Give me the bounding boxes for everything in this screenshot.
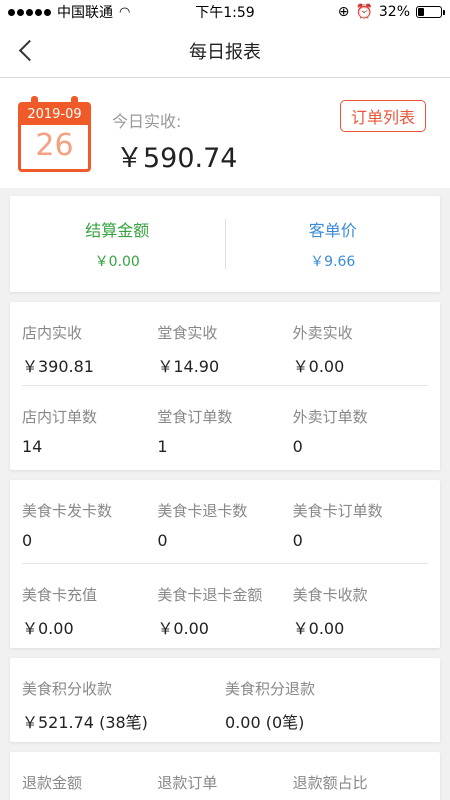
avg-price-value: ￥9.66 xyxy=(310,254,356,270)
status-right: ⊕ ⏰ 32% xyxy=(337,4,445,20)
battery-percent: 32% xyxy=(378,4,410,20)
settle-amount-label: 结算金额 xyxy=(85,221,150,240)
stat-cell: 美食卡充值 ￥0.00 xyxy=(22,584,157,648)
calendar-month: 2019-09 xyxy=(21,105,88,125)
battery-icon xyxy=(416,6,445,18)
stat-label: 外卖订单数 xyxy=(292,408,368,426)
avg-price-col: 客单价 ￥9.66 xyxy=(226,217,441,271)
stat-label: 退款金额 xyxy=(22,774,83,792)
status-bar: 中国联通 ◠ 下午1:59 ⊕ ⏰ 32% xyxy=(0,0,450,24)
stat-cell: 美食卡退卡金额 ￥0.00 xyxy=(157,584,292,648)
stat-cell: 美食积分退款 0.00 (0笔) xyxy=(225,678,428,742)
status-left: 中国联通 ◠ xyxy=(8,2,130,22)
stat-cell: 店内实收 ￥390.81 xyxy=(22,322,157,385)
stat-cell: 美食卡退卡数 0 xyxy=(157,500,292,563)
stats-row: 美食卡发卡数 0 美食卡退卡数 0 美食卡订单数 0 xyxy=(22,480,428,564)
stat-value: 0.00 (0笔) xyxy=(225,713,305,732)
carrier-label: 中国联通 xyxy=(57,5,113,21)
stat-label: 堂食实收 xyxy=(157,324,218,342)
stat-cell: 退款额占比 xyxy=(293,772,428,800)
calendar-ring xyxy=(71,96,78,108)
alarm-icon: ⏰ xyxy=(355,4,373,20)
stat-value: 14 xyxy=(22,437,43,456)
stats-row: 店内订单数 14 堂食订单数 1 外卖订单数 0 xyxy=(22,386,428,470)
stat-label: 美食积分退款 xyxy=(225,680,316,698)
stat-label: 美食积分收款 xyxy=(22,680,113,698)
today-revenue-amount: ￥590.74 xyxy=(116,143,238,174)
stats-row: 退款金额 退款订单 退款额占比 xyxy=(22,752,428,800)
stat-value: ￥0.00 xyxy=(292,619,345,638)
stat-label: 美食卡收款 xyxy=(292,586,368,604)
stat-value: 1 xyxy=(157,437,168,456)
stat-cell: 外卖实收 ￥0.00 xyxy=(293,322,428,385)
store-stats-card: 店内实收 ￥390.81 堂食实收 ￥14.90 外卖实收 ￥0.00 店内订单数 14… xyxy=(10,302,440,470)
stat-label: 堂食订单数 xyxy=(157,408,233,426)
signal-icon xyxy=(8,8,51,16)
order-list-button[interactable]: 订单列表 xyxy=(339,100,426,132)
today-section: 2019-09 26 今日实收: ￥590.74 订单列表 xyxy=(0,78,450,188)
calendar-ring xyxy=(31,96,38,108)
summary-card: 结算金额 ￥0.00 客单价 ￥9.66 xyxy=(10,196,440,292)
stat-value: 0 xyxy=(22,531,33,550)
calendar-icon: 2019-09 26 xyxy=(18,96,91,172)
stat-label: 退款订单 xyxy=(157,774,218,792)
stat-value: 0 xyxy=(157,531,168,550)
settle-amount-col: 结算金额 ￥0.00 xyxy=(10,217,225,271)
today-revenue-label: 今日实收: xyxy=(112,112,182,131)
stat-value: ￥390.81 xyxy=(22,357,94,376)
stat-cell: 美食卡订单数 0 xyxy=(293,500,428,563)
stat-value: 0 xyxy=(292,437,303,456)
stat-cell: 美食卡收款 ￥0.00 xyxy=(293,584,428,648)
stat-value: ￥521.74 (38笔) xyxy=(22,713,148,732)
stat-cell: 美食积分收款 ￥521.74 (38笔) xyxy=(22,678,225,742)
stat-cell: 堂食实收 ￥14.90 xyxy=(157,322,292,385)
stat-cell: 外卖订单数 0 xyxy=(293,406,428,470)
stat-label: 美食卡充值 xyxy=(22,586,98,604)
stats-row: 美食积分收款 ￥521.74 (38笔) 美食积分退款 0.00 (0笔) xyxy=(22,658,428,742)
rotation-lock-icon: ⊕ xyxy=(337,4,350,20)
stat-label: 外卖实收 xyxy=(292,324,353,342)
calendar-day: 26 xyxy=(35,128,74,163)
stat-label: 退款额占比 xyxy=(292,774,368,792)
stat-label: 美食卡退卡数 xyxy=(157,502,248,520)
stat-label: 店内订单数 xyxy=(22,408,98,426)
stat-cell: 美食卡发卡数 0 xyxy=(22,500,157,563)
page-title: 每日报表 xyxy=(189,41,261,63)
avg-price-label: 客单价 xyxy=(308,221,357,240)
stat-value: ￥0.00 xyxy=(292,357,345,376)
points-stats-card: 美食积分收款 ￥521.74 (38笔) 美食积分退款 0.00 (0笔) xyxy=(10,658,440,742)
stat-cell: 退款金额 xyxy=(22,772,157,800)
battery-fill xyxy=(418,8,425,16)
stat-cell: 退款订单 xyxy=(157,772,292,800)
nav-bar: 每日报表 xyxy=(0,24,450,78)
stat-label: 美食卡退卡金额 xyxy=(157,586,263,604)
stat-value: ￥0.00 xyxy=(157,619,209,638)
stat-label: 美食卡订单数 xyxy=(292,502,383,520)
stat-label: 店内实收 xyxy=(22,324,83,342)
stat-value: ￥14.90 xyxy=(157,357,220,376)
stat-label: 美食卡发卡数 xyxy=(22,502,113,520)
back-chevron-icon[interactable] xyxy=(16,38,40,62)
food-card-stats-card: 美食卡发卡数 0 美食卡退卡数 0 美食卡订单数 0 美食卡充值 ￥0.00 美食卡退卡… xyxy=(10,480,440,648)
stat-cell: 店内订单数 14 xyxy=(22,406,157,470)
settle-amount-value: ￥0.00 xyxy=(94,254,140,270)
stat-cell: 堂食订单数 1 xyxy=(157,406,292,470)
refund-stats-card: 退款金额 退款订单 退款额占比 xyxy=(10,752,440,800)
wifi-icon: ◠ xyxy=(119,4,131,20)
stat-value: ￥0.00 xyxy=(22,619,74,638)
stats-row: 店内实收 ￥390.81 堂食实收 ￥14.90 外卖实收 ￥0.00 xyxy=(22,302,428,386)
stat-value: 0 xyxy=(292,531,303,550)
stats-row: 美食卡充值 ￥0.00 美食卡退卡金额 ￥0.00 美食卡收款 ￥0.00 xyxy=(22,564,428,648)
